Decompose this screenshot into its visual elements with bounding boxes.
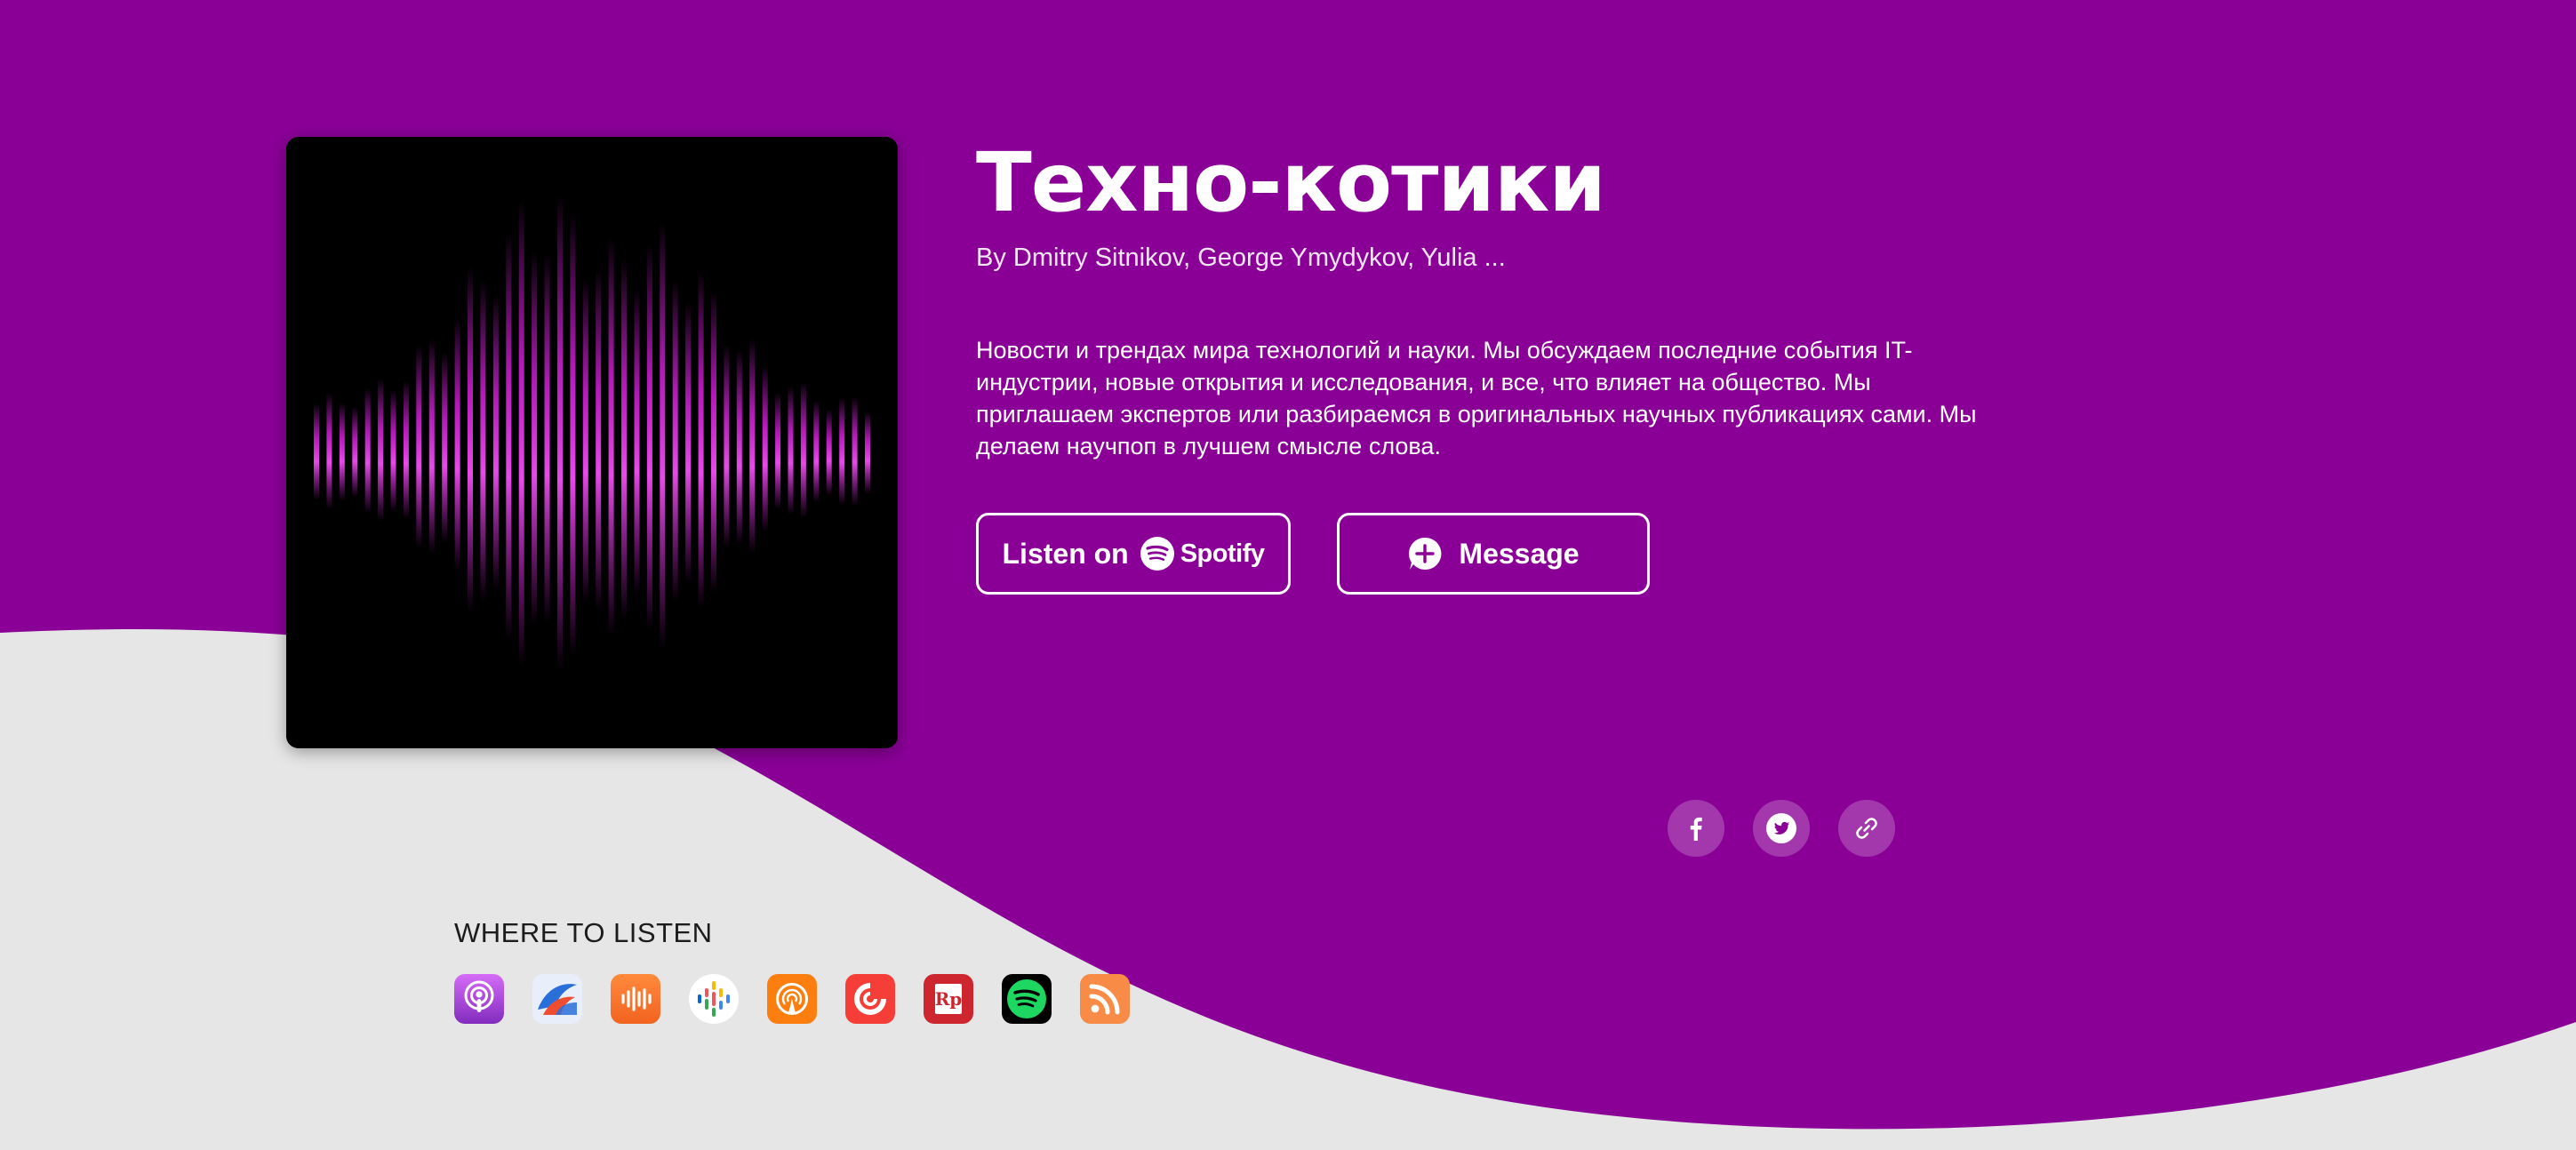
sound-wave-bar xyxy=(724,344,730,549)
google-podcasts-icon xyxy=(698,981,730,1017)
spotify-logo: Spotify xyxy=(1140,536,1265,571)
apple-podcasts-icon xyxy=(464,980,494,1012)
sound-wave-bar xyxy=(788,386,794,515)
sound-wave-bar xyxy=(865,411,870,494)
sound-wave-bar xyxy=(672,278,678,603)
castro-link[interactable] xyxy=(611,974,660,1024)
copy-link-button[interactable] xyxy=(1838,800,1895,857)
castbox-link[interactable] xyxy=(532,974,582,1024)
sound-wave-bar xyxy=(634,289,640,595)
sound-wave-bar xyxy=(839,396,845,506)
sound-wave-bar xyxy=(570,212,576,658)
sound-wave-bar xyxy=(339,403,345,501)
sound-wave-bar xyxy=(852,396,858,507)
sound-wave-bar xyxy=(660,221,666,650)
sound-wave-bar xyxy=(813,400,820,503)
spotify-wordmark: Spotify xyxy=(1180,539,1265,568)
podcast-description: Новости и трендах мира технологий и наук… xyxy=(976,337,1977,459)
sound-wave-bar xyxy=(596,268,602,611)
overcast-icon xyxy=(776,983,808,1015)
sound-wave-bar xyxy=(736,349,742,545)
sound-wave-bar xyxy=(749,338,756,554)
spotify-icon xyxy=(1140,537,1174,571)
sound-wave-bar xyxy=(698,271,704,609)
castbox-icon xyxy=(538,984,577,1015)
sound-wave-bar xyxy=(468,267,473,612)
sound-wave-bar xyxy=(492,293,499,590)
sound-wave-bar xyxy=(544,253,550,623)
sound-wave-bar xyxy=(364,387,371,514)
sound-wave-bar xyxy=(390,389,396,512)
sound-wave-bar xyxy=(532,251,538,626)
sound-wave-bar xyxy=(416,344,422,549)
castro-icon xyxy=(621,986,652,1011)
google-podcasts-link[interactable] xyxy=(689,974,739,1024)
sound-wave-bar xyxy=(326,392,332,510)
sound-wave-bar xyxy=(685,301,692,584)
twitter-share-button[interactable] xyxy=(1753,800,1810,857)
sound-wave-bar xyxy=(582,278,588,603)
sound-wave-bar xyxy=(442,351,448,543)
apple-podcasts-link[interactable] xyxy=(454,974,504,1024)
twitter-icon xyxy=(1766,813,1796,843)
facebook-icon xyxy=(1690,817,1702,841)
sound-wave-bar xyxy=(646,244,652,632)
action-buttons: Listen on Spotify Message xyxy=(976,513,1650,595)
listen-on-label: Listen on xyxy=(1002,537,1129,570)
radio-public-link[interactable]: Rp xyxy=(924,974,973,1024)
spotify-icon xyxy=(1007,979,1046,1018)
sound-wave-bar xyxy=(800,381,806,519)
podcast-info: Техно-котики By Dmitry Sitnikov, George … xyxy=(976,133,2007,462)
sound-wave-bar xyxy=(378,378,384,522)
podcast-authors: By Dmitry Sitnikov, George Ymydykov, Yul… xyxy=(976,244,1506,272)
sound-wave-bar xyxy=(428,338,435,555)
sound-wave-bar xyxy=(557,195,563,672)
message-plus-icon xyxy=(1409,537,1442,570)
sound-wave-bar xyxy=(621,258,627,619)
facebook-share-button[interactable] xyxy=(1668,800,1724,857)
sound-wave-bar xyxy=(762,364,768,532)
overcast-link[interactable] xyxy=(767,974,817,1024)
sound-wave-bar xyxy=(314,403,319,501)
platform-list: Rp xyxy=(454,974,1130,1024)
listen-on-spotify-button[interactable]: Listen on Spotify xyxy=(976,513,1291,595)
rss-feed-link[interactable] xyxy=(1080,974,1130,1024)
social-share xyxy=(1668,800,1895,857)
sound-wave-bar xyxy=(608,237,614,636)
sound-wave-bar xyxy=(506,232,512,641)
message-button[interactable]: Message xyxy=(1337,513,1650,595)
sound-wave-bar xyxy=(711,290,716,594)
sound-wave-bar xyxy=(775,392,781,510)
rss-icon xyxy=(1089,984,1120,1015)
sound-wave-bar xyxy=(403,379,409,520)
sound-wave-bar xyxy=(480,280,486,602)
where-to-listen-section: WHERE TO LISTEN Rp xyxy=(454,915,1130,1024)
spotify-link[interactable] xyxy=(1002,974,1052,1024)
radio-public-icon: Rp xyxy=(935,984,963,1014)
sound-wave-artwork xyxy=(286,137,898,748)
svg-text:Rp: Rp xyxy=(935,988,963,1010)
podcast-title: Техно-котики xyxy=(976,135,1606,230)
link-icon xyxy=(1856,818,1877,839)
sound-wave-bar xyxy=(352,406,358,498)
message-label: Message xyxy=(1459,537,1580,570)
pocket-casts-link[interactable] xyxy=(845,974,895,1024)
podcast-cover-art xyxy=(286,137,898,748)
sound-wave-bar xyxy=(826,409,832,496)
pocket-casts-icon xyxy=(854,983,886,1015)
where-to-listen-title: WHERE TO LISTEN xyxy=(454,917,713,948)
sound-wave-bar xyxy=(454,316,460,571)
sound-wave-bar xyxy=(518,199,524,667)
